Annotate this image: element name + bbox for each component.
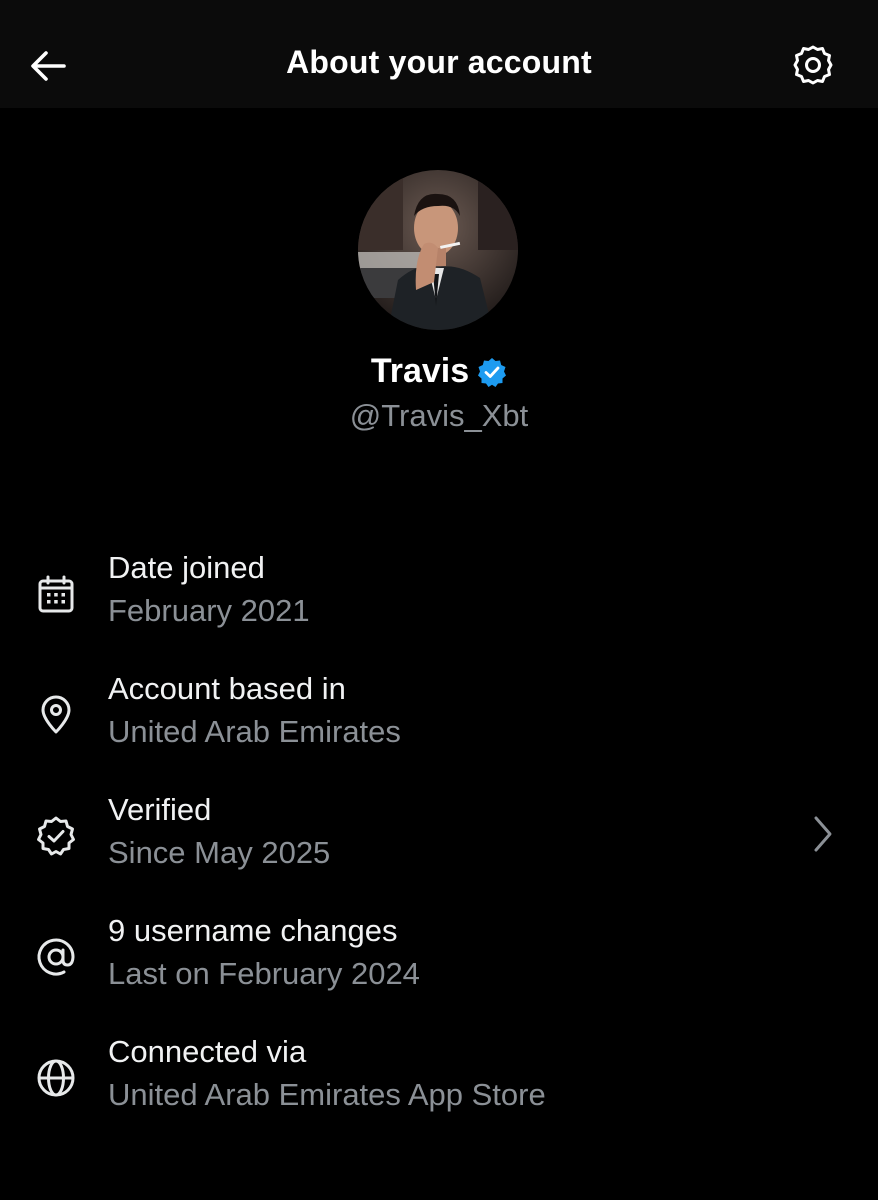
chevron-right-icon[interactable] xyxy=(808,812,838,856)
verified-row[interactable]: Verified Since May 2025 xyxy=(0,782,878,903)
verified-badge-icon xyxy=(478,357,507,387)
date-joined-row: Date joined February 2021 xyxy=(0,540,878,661)
verified-badge-icon xyxy=(37,816,75,856)
gear-icon xyxy=(793,45,833,85)
row-title: Account based in xyxy=(108,671,346,706)
row-title: 9 username changes xyxy=(108,913,398,948)
username-handle: @Travis_Xbt xyxy=(349,398,529,433)
account-info-list: Date joined February 2021 Account based … xyxy=(0,540,878,1145)
row-subtitle: United Arab Emirates xyxy=(108,714,401,749)
profile-photo xyxy=(358,170,518,330)
account-based-in-row: Account based in United Arab Emirates xyxy=(0,661,878,782)
row-title: Connected via xyxy=(108,1034,307,1069)
location-pin-icon xyxy=(41,695,71,734)
row-title: Date joined xyxy=(108,550,265,585)
settings-button[interactable] xyxy=(786,38,840,92)
page-title: About your account xyxy=(286,44,592,80)
profile-name-row: Travis xyxy=(0,352,878,391)
row-subtitle: United Arab Emirates App Store xyxy=(108,1077,546,1112)
username-changes-row: 9 username changes Last on February 2024 xyxy=(0,903,878,1024)
at-sign-icon xyxy=(37,938,75,976)
globe-icon xyxy=(37,1059,75,1097)
row-subtitle: Since May 2025 xyxy=(108,835,331,870)
calendar-icon xyxy=(38,575,74,613)
row-subtitle: February 2021 xyxy=(108,593,310,628)
row-subtitle: Last on February 2024 xyxy=(108,956,420,991)
connected-via-row: Connected via United Arab Emirates App S… xyxy=(0,1024,878,1145)
top-app-bar: About your account xyxy=(0,0,878,108)
display-name: Travis xyxy=(370,352,470,390)
row-title: Verified xyxy=(108,792,212,827)
avatar[interactable] xyxy=(358,170,518,330)
